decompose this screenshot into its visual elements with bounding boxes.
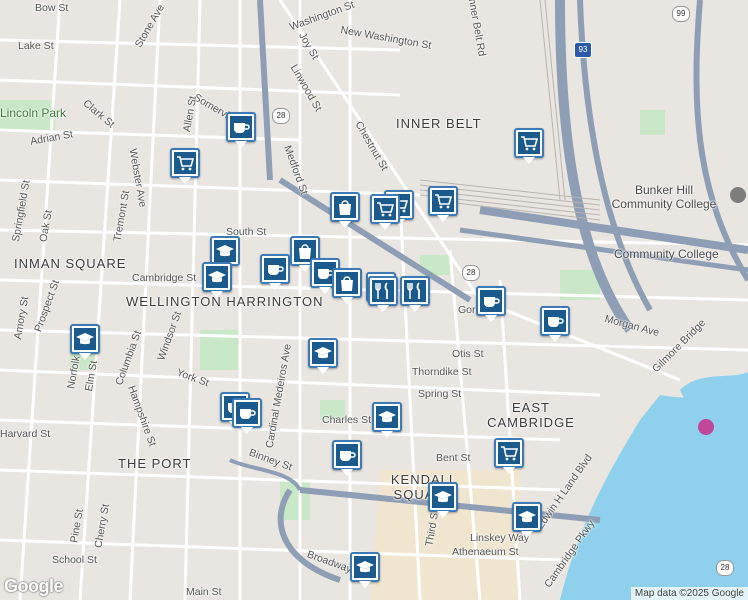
route-shield: 28 [272,108,290,124]
street-label: Bent St [436,452,471,464]
coffee-icon [236,402,258,424]
shopping-cart-icon [174,152,196,174]
college-icon [730,187,746,203]
street-label: Cambridge St [132,272,197,284]
graduation-cap-icon [354,556,376,578]
street-label: Athenaeum St [452,546,519,558]
route-shield: 28 [716,560,734,576]
route-shield: 93 [574,42,592,58]
area-label-east-cambridge: EAST CAMBRIDGE [487,400,575,430]
street-label: School St [52,554,97,566]
poi-community-college: Community College [614,247,719,261]
map-marker-school[interactable] [70,324,100,360]
street-label: Charles St [322,414,372,426]
street-label: Thorndike St [412,366,472,378]
shopping-bag-icon [334,196,356,218]
coffee-icon [480,290,502,312]
coffee-icon [230,116,252,138]
street-label: Lake St [18,40,54,52]
graduation-cap-icon [74,328,96,350]
graduation-cap-icon [214,240,236,262]
route-shield: 28 [462,265,480,281]
map-marker-cart[interactable] [514,128,544,164]
map-marker-coffee[interactable] [332,440,362,476]
map-marker-cart[interactable] [494,438,524,474]
poi-bunker-hill-cc: Bunker Hill Community College [611,183,717,211]
shopping-bag-icon [336,272,358,294]
graduation-cap-icon [432,486,454,508]
coffee-icon [336,444,358,466]
map-marker-bag[interactable] [330,192,360,228]
map-marker-school[interactable] [428,482,458,518]
map-marker-coffee[interactable] [260,254,290,290]
map-marker-cart[interactable] [370,194,400,230]
map-marker-school[interactable] [350,552,380,588]
map-marker-school[interactable] [202,262,232,298]
street-label: Harvard St [0,428,51,440]
area-label-the-port: THE PORT [118,456,192,471]
shopping-cart-icon [432,190,454,212]
map-marker-bag[interactable] [332,268,362,304]
map-marker-cart[interactable] [428,186,458,222]
street-label: Bow St [35,2,69,14]
area-label-inner-belt: INNER BELT [396,116,482,131]
area-label-wellington-harrington: WELLINGTON HARRINGTON [126,294,324,309]
map-marker-school[interactable] [372,402,402,438]
map-marker-food[interactable] [368,276,398,312]
street-label: Main St [186,586,222,598]
map-attribution[interactable]: Map data ©2025 Google [630,587,748,600]
area-label-inman-square: INMAN SQUARE [14,256,127,271]
poi-lincoln-park: Lincoln Park [0,106,67,120]
coffee-icon [264,258,286,280]
map-marker-food[interactable] [400,276,430,312]
map-marker-coffee[interactable] [540,306,570,342]
map-marker-school[interactable] [308,338,338,374]
shopping-cart-icon [518,132,540,154]
shopping-cart-icon [374,198,396,220]
coffee-icon [544,310,566,332]
map-marker-cart[interactable] [170,148,200,184]
park [640,110,665,135]
graduation-cap-icon [376,406,398,428]
graduation-cap-icon [516,506,538,528]
shopping-cart-icon [498,442,520,464]
route-shield: 99 [672,6,690,22]
landmark-icon [698,419,714,435]
map-marker-coffee[interactable] [226,112,256,148]
fork-knife-icon [372,280,394,302]
street-label: Otis St [452,348,484,360]
google-logo: Google [4,576,64,596]
map-marker-school[interactable] [512,502,542,538]
graduation-cap-icon [206,266,228,288]
graduation-cap-icon [312,342,334,364]
map-marker-coffee[interactable] [232,398,262,434]
street-label: Spring St [418,388,462,400]
fork-knife-icon [404,280,426,302]
map-marker-coffee[interactable] [476,286,506,322]
